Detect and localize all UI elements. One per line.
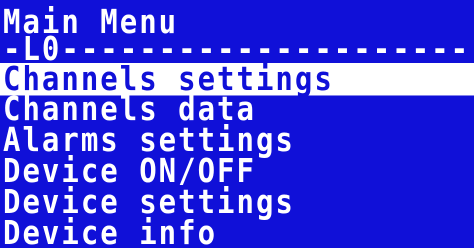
lcd-screen: Main Menu -L0------------------------- C… <box>0 0 474 248</box>
menu-item-device-info[interactable]: Device info <box>0 216 474 248</box>
